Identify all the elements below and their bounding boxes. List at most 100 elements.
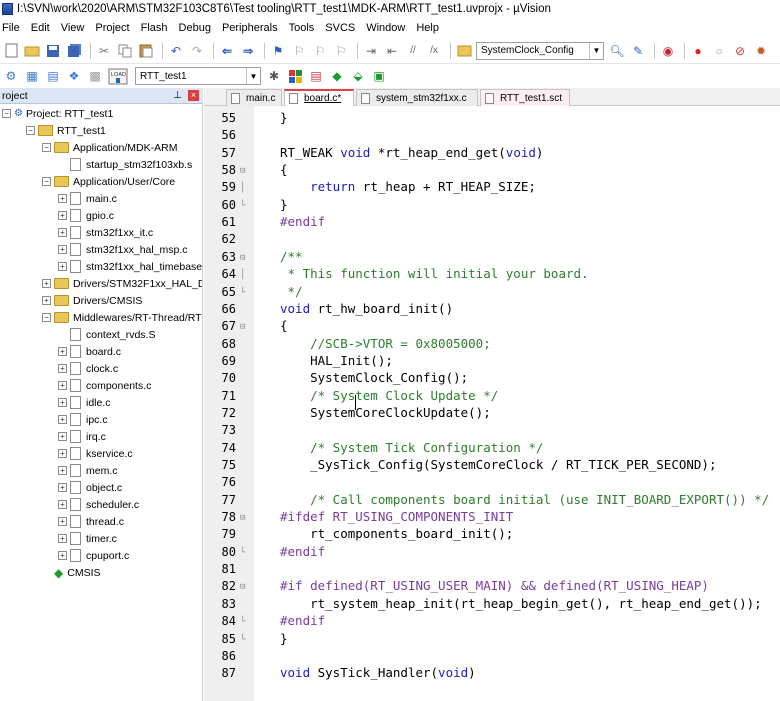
chevron-down-icon[interactable]: ▼ (246, 68, 260, 84)
bookmark-prev-icon[interactable]: ⚐ (290, 42, 308, 60)
navigate-back-icon[interactable]: ⇐ (218, 42, 236, 60)
expand-icon[interactable]: + (58, 194, 67, 203)
breakpoint-insert-icon[interactable]: ● (689, 42, 707, 60)
tree-node-file[interactable]: + irq.c (58, 428, 106, 445)
menu-edit[interactable]: Edit (31, 22, 50, 34)
find-icon[interactable]: 🔍︎ (608, 42, 626, 60)
menu-flash[interactable]: Flash (141, 22, 168, 34)
tree-node-file[interactable]: + stm32f1xx_hal_timebase_ (58, 258, 202, 275)
expand-icon[interactable]: + (58, 228, 67, 237)
expand-icon[interactable]: + (58, 262, 67, 271)
tree-node-folder[interactable]: + Drivers/STM32F1xx_HAL_Driv (42, 275, 202, 292)
menu-tools[interactable]: Tools (289, 22, 315, 34)
stop-build-icon[interactable]: ▩ (86, 67, 104, 85)
comment-icon[interactable]: // (404, 42, 422, 60)
target-options-icon[interactable]: ✱ (265, 67, 283, 85)
code-line[interactable]: SystemCoreClockUpdate(); (280, 404, 491, 421)
navigate-forward-icon[interactable]: ⇒ (239, 42, 257, 60)
tree-node-folder[interactable]: + Drivers/CMSIS (42, 292, 142, 309)
expand-icon[interactable]: + (42, 296, 51, 305)
select-packs-icon[interactable]: ⬙ (349, 67, 367, 85)
breakpoint-disable-all-icon[interactable]: ⊘ (731, 42, 749, 60)
tree-node-file[interactable]: + kservice.c (58, 445, 133, 462)
indent-icon[interactable]: ⇥ (362, 42, 380, 60)
collapse-icon[interactable]: − (26, 126, 35, 135)
pack-installer-icon[interactable]: ▣ (370, 67, 388, 85)
expand-icon[interactable]: + (58, 245, 67, 254)
collapse-icon[interactable]: − (2, 109, 11, 118)
tree-node-folder[interactable]: − Middlewares/RT-Thread/RTO (42, 309, 202, 326)
manage-project-items-icon[interactable] (286, 67, 304, 85)
menu-project[interactable]: Project (95, 22, 129, 34)
tab-system-stm32f1xx-c[interactable]: system_stm32f1xx.c (356, 89, 478, 106)
code-line[interactable]: { (280, 161, 288, 178)
copy-icon[interactable] (116, 42, 134, 60)
expand-icon[interactable]: + (58, 364, 67, 373)
code-line[interactable]: } (280, 630, 288, 647)
expand-icon[interactable]: + (58, 449, 67, 458)
expand-icon[interactable]: + (42, 279, 51, 288)
fold-collapse-icon[interactable]: ⊟ (240, 582, 245, 592)
tree-node-file[interactable]: + main.c (58, 190, 117, 207)
batch-build-icon[interactable]: ❖ (65, 67, 83, 85)
code-line[interactable]: /* System Clock Update */ (280, 387, 498, 404)
tree-node-file[interactable]: + cpuport.c (58, 547, 129, 564)
code-line[interactable]: void SysTick_Handler(void) (280, 664, 476, 681)
expand-icon[interactable]: + (58, 347, 67, 356)
code-line[interactable]: SystemClock_Config(); (280, 369, 468, 386)
tree-node-file[interactable]: + components.c (58, 377, 151, 394)
expand-icon[interactable]: + (58, 534, 67, 543)
menu-file[interactable]: File (2, 22, 20, 34)
code-line[interactable]: //SCB->VTOR = 0x8005000; (280, 335, 491, 352)
fold-collapse-icon[interactable]: ⊟ (240, 513, 245, 523)
menu-help[interactable]: Help (416, 22, 439, 34)
tree-node-file[interactable]: + stm32f1xx_hal_msp.c (58, 241, 188, 258)
code-line[interactable]: #endif (280, 612, 325, 629)
menu-debug[interactable]: Debug (179, 22, 211, 34)
tree-node-file[interactable]: + mem.c (58, 462, 118, 479)
build-icon[interactable]: ▦ (23, 67, 41, 85)
expand-icon[interactable]: + (58, 500, 67, 509)
collapse-icon[interactable]: − (42, 143, 51, 152)
code-line[interactable]: void rt_hw_board_init() (280, 300, 453, 317)
code-line[interactable]: } (280, 196, 288, 213)
tree-node-file[interactable]: + board.c (58, 343, 121, 360)
function-search-combo[interactable]: SystemClock_Config ▼ (476, 41, 604, 60)
expand-icon[interactable]: + (58, 415, 67, 424)
manage-run-time-environment-icon[interactable]: ◆ (328, 67, 346, 85)
expand-icon[interactable]: + (58, 517, 67, 526)
save-icon[interactable] (44, 42, 62, 60)
tree-node-file[interactable]: + gpio.c (58, 207, 114, 224)
code-editor[interactable]: } RT_WEAK void *rt_heap_end_get(void){ re… (254, 106, 780, 701)
code-line[interactable]: */ (280, 283, 303, 300)
redo-icon[interactable]: ↷ (188, 42, 206, 60)
pin-icon[interactable]: ⊥ (173, 90, 182, 101)
chevron-down-icon[interactable]: ▼ (589, 42, 603, 59)
expand-icon[interactable]: + (58, 483, 67, 492)
menu-window[interactable]: Window (366, 22, 405, 34)
code-line[interactable]: #ifdef RT_USING_COMPONENTS_INIT (280, 508, 513, 525)
uncomment-icon[interactable]: /x (425, 42, 443, 60)
tree-node-file[interactable]: + scheduler.c (58, 496, 139, 513)
bookmark-insert-icon[interactable]: ⚑ (269, 42, 287, 60)
file-extensions-icon[interactable]: ▤ (307, 67, 325, 85)
tree-node-folder[interactable]: − Application/MDK-ARM (42, 139, 177, 156)
open-folder-icon[interactable] (23, 42, 41, 60)
code-line[interactable]: #endif (280, 543, 325, 560)
tree-node-component[interactable]: ◆ CMSIS (54, 564, 101, 581)
tree-node-file[interactable]: + ipc.c (58, 411, 108, 428)
download-load-icon[interactable]: LOAD (107, 67, 129, 85)
tree-node-file[interactable]: + object.c (58, 479, 122, 496)
tree-node-file[interactable]: context_rvds.S (70, 326, 155, 343)
tree-node-file[interactable]: startup_stm32f103xb.s (70, 156, 192, 173)
save-all-icon[interactable] (65, 42, 83, 60)
collapse-icon[interactable]: − (42, 313, 51, 322)
tree-node-target[interactable]: − RTT_test1 (26, 122, 106, 139)
tree-node-folder[interactable]: − Application/User/Core (42, 173, 175, 190)
code-line[interactable]: * This function will initial your board. (280, 265, 589, 282)
undo-icon[interactable]: ↶ (167, 42, 185, 60)
tab-main-c[interactable]: main.c (226, 89, 282, 106)
rebuild-icon[interactable]: ▤ (44, 67, 62, 85)
code-line[interactable]: /* System Tick Configuration */ (280, 439, 543, 456)
new-file-icon[interactable] (2, 42, 20, 60)
